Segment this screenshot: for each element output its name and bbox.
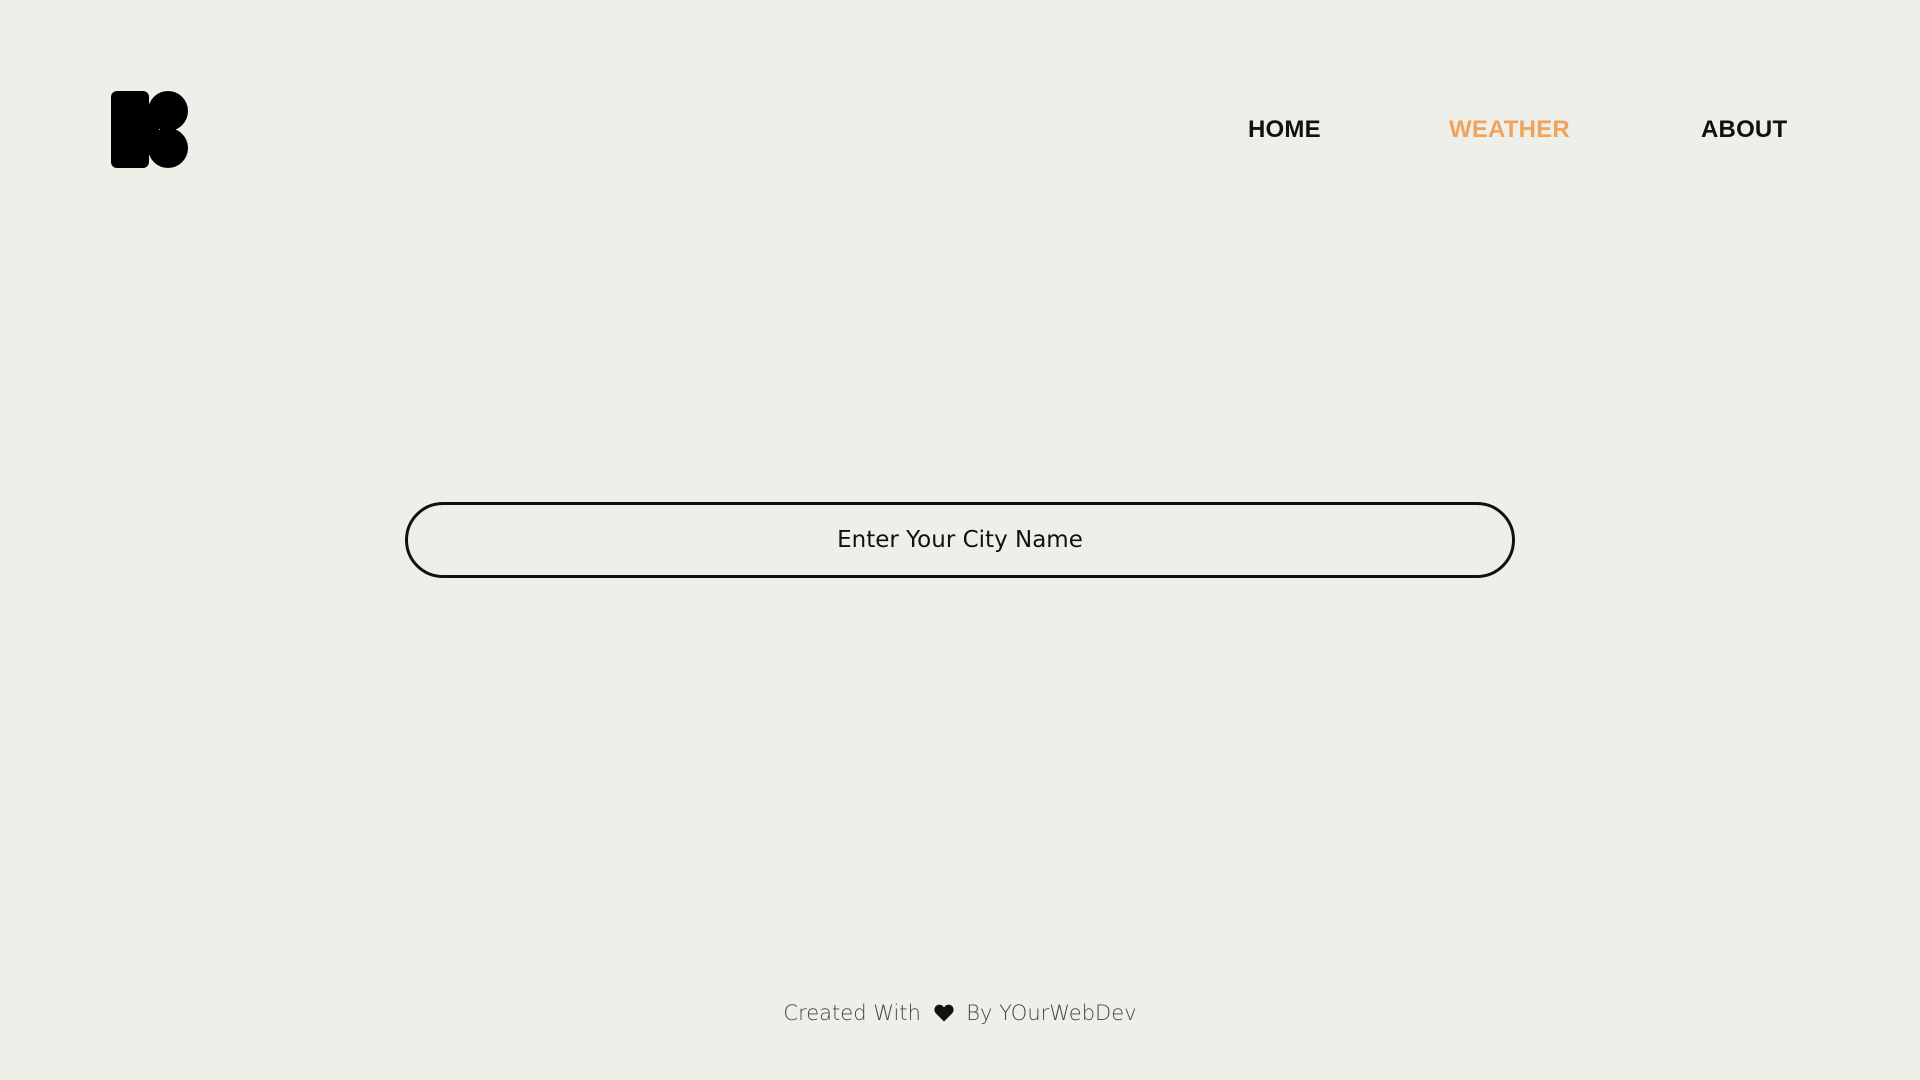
- footer-prefix: Created With: [783, 1001, 921, 1025]
- city-search: [405, 502, 1515, 578]
- nav-item-weather[interactable]: WEATHER: [1449, 114, 1570, 146]
- footer: Created With By YOurWebDev: [0, 998, 1920, 1028]
- city-search-input[interactable]: [405, 502, 1515, 578]
- nav-item-about[interactable]: ABOUT: [1701, 114, 1787, 146]
- heart-icon: [934, 1004, 954, 1022]
- main-nav: HOME WEATHER ABOUT: [0, 114, 1920, 146]
- footer-credit: By YOurWebDev: [966, 1001, 1137, 1025]
- nav-item-home[interactable]: HOME: [1248, 114, 1321, 146]
